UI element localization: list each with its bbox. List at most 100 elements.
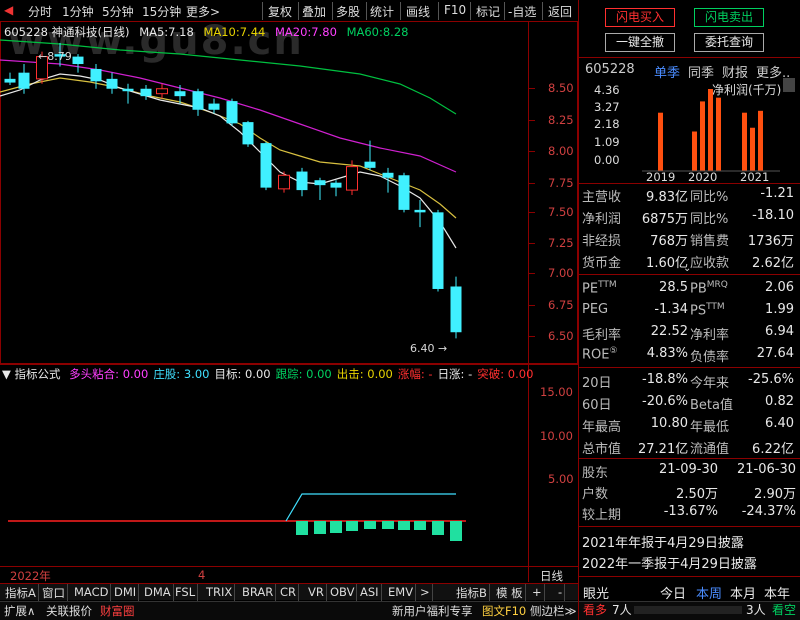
holder-row: 较上期 -13.67% -24.37% [582, 504, 796, 523]
candle-body-down [72, 56, 84, 65]
back-button[interactable]: 返回 [548, 3, 572, 20]
indicator-tab[interactable]: 指标A [3, 584, 39, 601]
indicator-axis-5: 5.00 [548, 472, 574, 486]
indicator-bar [414, 521, 426, 530]
indicator-tab[interactable]: ASI [358, 584, 382, 601]
indicator-axis-15: 15.00 [540, 385, 573, 399]
statistics-button[interactable]: 统计 [370, 3, 394, 20]
tab-today[interactable]: 今日 [660, 583, 686, 602]
indicator-header: ▼ 指标公式 多头粘合: 0.00 庄股: 3.00 目标: 0.00 跟踪: 0.0… [2, 366, 533, 382]
indicator-toggle-icon[interactable]: ▼ [2, 367, 11, 381]
news-annual-report[interactable]: 2021年年报于4月29日披露 [582, 532, 796, 552]
price-axis-label: 7.50 [548, 205, 574, 219]
mini-year-label: 2021 [740, 170, 769, 182]
indicator-tab[interactable]: TRIX [204, 584, 236, 601]
indicator-tab[interactable]: DMA [142, 584, 174, 601]
candle-body-down [90, 68, 102, 82]
draw-line-button[interactable]: 画线 [406, 3, 430, 20]
candle-body-down [4, 78, 16, 83]
indicator-chart[interactable] [0, 382, 528, 582]
indicator-bar [382, 521, 394, 529]
tab-single-quarter[interactable]: 单季 [654, 62, 680, 81]
bearish-label[interactable]: 看空 [772, 601, 796, 618]
indicator-item: 涨幅: - [397, 367, 433, 381]
mini-axis-label: 1.09 [594, 135, 620, 149]
price-axis-label: 8.00 [548, 144, 574, 158]
tab-this-month[interactable]: 本月 [730, 583, 756, 602]
flash-buy-button[interactable]: 闪电买入 [605, 8, 675, 27]
indicator-axis-10: 10.00 [540, 429, 573, 443]
tab-this-week[interactable]: 本周 [696, 583, 722, 602]
indicator-tab[interactable]: FSL [173, 584, 199, 601]
indicator-tab[interactable]: + [530, 584, 545, 601]
candle-body-down [226, 101, 238, 124]
tab-this-year[interactable]: 本年 [764, 583, 790, 602]
mini-bar [750, 127, 755, 171]
indicator-tab[interactable]: BRAR [240, 584, 277, 601]
bullish-label[interactable]: 看多 [583, 601, 607, 618]
valuation-row: 毛利率 22.52 净利率 6.94 [582, 324, 794, 343]
indicator-tab[interactable]: 窗口 [40, 584, 68, 601]
indicator-tab[interactable]: CR [278, 584, 300, 601]
sidebar-toggle[interactable]: 侧边栏≫ [530, 603, 577, 619]
indicator-item: 多头粘合: 0.00 [69, 367, 149, 381]
candle-body-down [314, 180, 326, 186]
indicator-bars [296, 521, 462, 541]
mini-bar [758, 110, 763, 171]
axis-divider [528, 22, 529, 582]
holder-row: 户数 2.50万 2.90万 [582, 487, 796, 502]
kline-chart[interactable]: ←8.79 6.40 → [0, 22, 528, 364]
valuation-row: ROE⑤ 4.83% 负债率 27.64 [582, 346, 794, 365]
dropdown-arrow-icon[interactable]: ◀ [4, 3, 13, 17]
indicator-bar [330, 521, 342, 533]
promo-link[interactable]: 新用户福利专享 [392, 603, 473, 619]
bullish-count: 7人 [612, 603, 632, 617]
indicator-item: 突破: 0.00 [477, 367, 534, 381]
indicator-item: 目标: 0.00 [214, 367, 271, 381]
indicator-tab[interactable]: DMI [112, 584, 140, 601]
tab-same-quarter[interactable]: 同季 [688, 62, 714, 81]
f10-button[interactable]: F10 [444, 3, 466, 17]
candle-body-down [260, 143, 272, 188]
wealth-circle-button[interactable]: 财富圈 [100, 603, 135, 619]
candle-body-down [382, 172, 394, 178]
indicator-tab[interactable]: 模 板 [494, 584, 526, 601]
related-quote-button[interactable]: 关联报价 [46, 603, 92, 619]
indicator-tab[interactable]: OBV [328, 584, 358, 601]
candle-body-down [296, 171, 308, 191]
multi-stock-button[interactable]: 多股 [336, 3, 360, 20]
indicator-tab[interactable]: - [556, 584, 566, 601]
period-label[interactable]: 日线 [540, 568, 563, 584]
indicator-name[interactable]: 指标公式 [15, 367, 61, 381]
candle-body-down [398, 175, 410, 210]
indicator-tab[interactable]: EMV [386, 584, 417, 601]
expand-chevron-icon[interactable]: ⌄ [683, 263, 691, 274]
indicator-tab-bar: 指标A 窗口 MACD DMI DMA FSL TRIX BRAR CR VR OBV ASI EMV >… [0, 583, 578, 601]
expand-button[interactable]: 扩展∧ [4, 603, 35, 619]
candle-body-down [174, 91, 186, 97]
tab-financial-report[interactable]: 财报 [722, 62, 748, 81]
cancel-all-button[interactable]: 一键全撤 [605, 33, 675, 52]
order-query-button[interactable]: 委托查询 [694, 33, 764, 52]
indicator-tab[interactable]: MACD [72, 584, 112, 601]
indicator-bar [432, 521, 444, 535]
low-marker-label: 6.40 → [410, 342, 447, 355]
candle-group [4, 43, 462, 339]
flash-sell-button[interactable]: 闪电卖出 [694, 8, 764, 27]
indicator-tab[interactable]: 指标B [454, 584, 490, 601]
indicator-tab[interactable]: > [418, 584, 433, 601]
f10-graphic-button[interactable]: 图文F10 [482, 603, 526, 619]
indicator-bar [296, 521, 308, 535]
mini-axis-label: 3.27 [594, 100, 620, 114]
mini-axis-label: 4.36 [594, 83, 620, 97]
news-q1-report[interactable]: 2022年一季报于4月29日披露 [582, 553, 796, 573]
fin-row: 净利润 6875万 同比% -18.10 [582, 208, 794, 227]
candle-body-down [330, 182, 342, 188]
indicator-bar [450, 521, 462, 541]
indicator-bar [314, 521, 326, 534]
mark-button[interactable]: 标记 [476, 3, 500, 20]
indicator-tab[interactable]: VR [306, 584, 327, 601]
watchlist-button[interactable]: -自选 [508, 3, 536, 20]
overlay-button[interactable]: 叠加 [302, 3, 326, 20]
fin-row: 非经损 768万 销售费 1736万 [582, 234, 794, 249]
